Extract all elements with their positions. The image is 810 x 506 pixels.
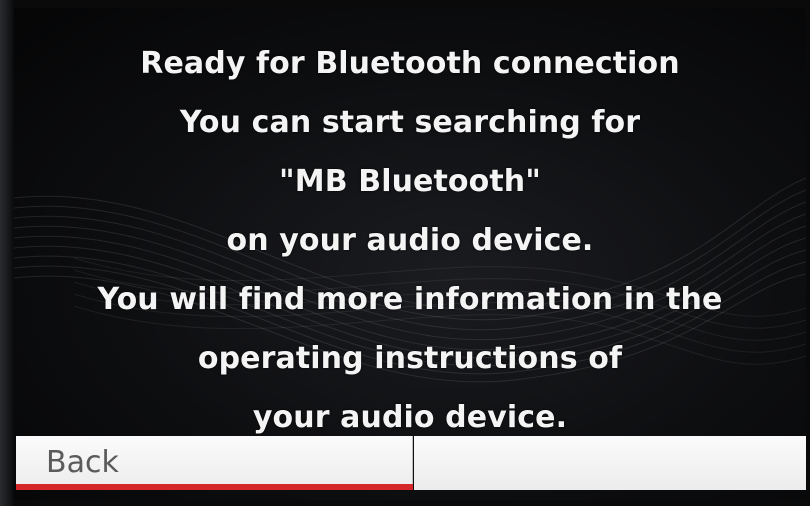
- message-line-6: operating instructions of: [197, 341, 623, 376]
- message-line-4: on your audio device.: [226, 223, 594, 258]
- message-line-5: You will find more information in the: [97, 282, 723, 317]
- message-line-1: Ready for Bluetooth connection: [140, 46, 680, 81]
- message-line-2: You can start searching for: [179, 105, 641, 140]
- empty-softkey[interactable]: [414, 436, 806, 490]
- selection-highlight-bar: [16, 484, 413, 490]
- infotainment-screen: Ready for Bluetooth connection You can s…: [14, 8, 806, 500]
- back-button[interactable]: Back: [16, 436, 413, 490]
- softkey-bar: Back: [14, 436, 806, 496]
- back-button-label: Back: [46, 445, 119, 480]
- message-line-3: "MB Bluetooth": [279, 164, 541, 199]
- bluetooth-ready-message: Ready for Bluetooth connection You can s…: [14, 34, 806, 447]
